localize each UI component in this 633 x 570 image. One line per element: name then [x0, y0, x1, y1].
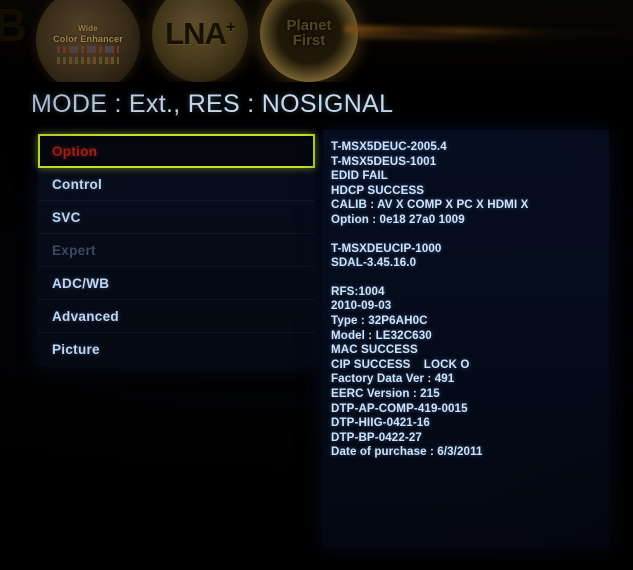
- info-line: Factory Data Ver : 491: [331, 372, 455, 386]
- menu-item-adc-wb[interactable]: ADC/WB: [38, 267, 315, 300]
- sticker-wce-dot-pattern: [57, 46, 119, 53]
- sticker-lna-plus: LNA+: [152, 0, 248, 82]
- menu-item-label: ADC/WB: [52, 275, 110, 291]
- menu-item-label: SVC: [52, 209, 81, 225]
- menu-item-label: Option: [52, 143, 98, 159]
- menu-item-expert: Expert: [38, 234, 315, 267]
- sticker-lna-suffix: A: [204, 16, 227, 51]
- menu-item-label: Advanced: [52, 308, 119, 324]
- info-line: DTP-HIIG-0421-16: [331, 416, 430, 430]
- sticker-wce-dot-pattern-2: [57, 57, 119, 64]
- info-line: Date of purchase : 6/3/2011: [331, 445, 483, 459]
- info-line: CALIB : AV X COMP X PC X HDMI X: [331, 198, 529, 212]
- sticker-planet-line1: Planet: [286, 17, 332, 34]
- menu-item-label: Picture: [52, 342, 100, 357]
- sticker-lna-plus-glyph: +: [225, 17, 236, 37]
- firmware-info-panel: T-MSX5DEUC-2005.4 T-MSX5DEUS-1001 EDID F…: [323, 130, 609, 548]
- tv-bezel-sticker-strip: B Wide Color Enhancer LNA+ Planet First: [0, 0, 633, 82]
- bezel-partial-letter: B: [0, 0, 27, 51]
- info-line: EDID FAIL: [331, 169, 388, 183]
- info-line: EERC Version : 215: [331, 386, 440, 400]
- menu-item-picture[interactable]: Picture: [38, 333, 315, 366]
- page-title: MODE : Ext., RES : NOSIGNAL: [31, 90, 394, 118]
- info-line: MAC SUCCESS: [331, 343, 418, 357]
- info-line: CIP SUCCESS LOCK O: [331, 357, 470, 371]
- info-line: HDCP SUCCESS: [331, 183, 425, 197]
- info-line: RFS:1004: [331, 284, 385, 298]
- service-menu-panel: Option Control SVC Expert ADC/WB Advance…: [38, 134, 315, 366]
- info-line: DTP-BP-0422-27: [331, 430, 422, 444]
- info-line: SDAL-3.45.16.0: [331, 256, 417, 270]
- menu-item-control[interactable]: Control: [38, 168, 315, 201]
- menu-item-label: Control: [52, 176, 103, 192]
- info-block-separator: [331, 271, 609, 285]
- tv-screen: B Wide Color Enhancer LNA+ Planet First …: [0, 0, 633, 570]
- info-line: Option : 0e18 27a0 1009: [331, 212, 465, 226]
- menu-item-svc[interactable]: SVC: [38, 201, 315, 234]
- info-line: Model : LE32C630: [331, 328, 432, 342]
- info-line: T-MSXDEUCIP-1000: [331, 241, 442, 255]
- sticker-wide-color-enhancer: Wide Color Enhancer: [36, 0, 140, 82]
- info-line: T-MSX5DEUS-1001: [331, 154, 437, 168]
- sticker-wce-line1: Wide: [78, 24, 98, 33]
- sticker-wce-line2: Color Enhancer: [53, 34, 123, 44]
- info-block-separator: [331, 228, 609, 242]
- info-line: DTP-AP-COMP-419-0015: [331, 401, 468, 415]
- sticker-lna-label: LNA+: [165, 16, 236, 52]
- sticker-planet-line2: First: [292, 32, 326, 49]
- sticker-planet-first: Planet First: [260, 0, 358, 82]
- info-line: Type : 32P6AH0C: [331, 313, 428, 327]
- info-line: T-MSX5DEUC-2005.4: [331, 140, 447, 153]
- menu-item-label: Expert: [52, 242, 96, 258]
- menu-item-advanced[interactable]: Advanced: [38, 300, 315, 333]
- sticker-lna-text: LN: [165, 16, 205, 51]
- info-line: 2010-09-03: [331, 299, 392, 313]
- menu-item-option[interactable]: Option: [38, 134, 315, 168]
